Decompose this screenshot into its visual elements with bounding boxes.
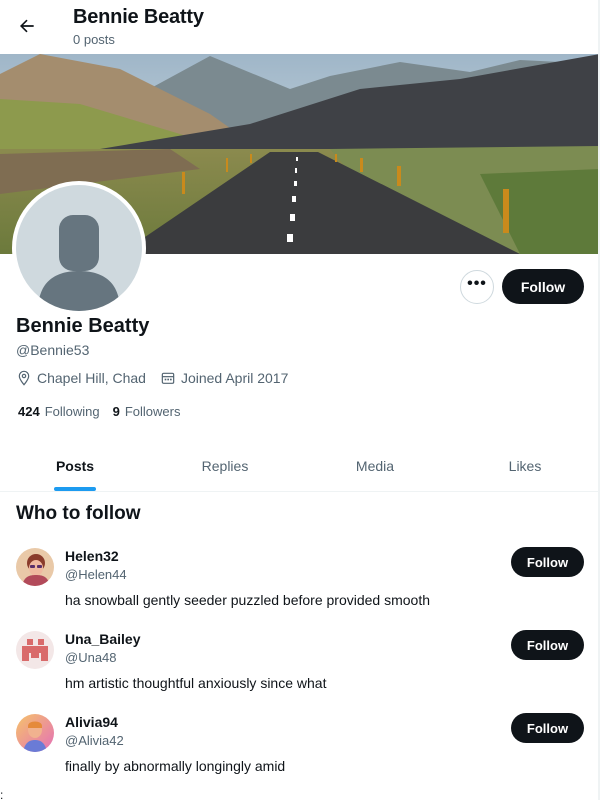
follow-user-button[interactable]: Follow: [511, 547, 584, 577]
followers-count: 9: [112, 404, 120, 419]
header-title: Bennie Beatty: [73, 6, 204, 28]
user-avatar[interactable]: [16, 548, 54, 586]
tab-label: Media: [355, 457, 395, 474]
profile-tabs: Posts Replies Media Likes: [0, 440, 600, 492]
user-name[interactable]: Una_Bailey: [65, 631, 140, 647]
arrow-left-icon: [20, 19, 34, 33]
user-name[interactable]: Alivia94: [65, 714, 118, 730]
user-name[interactable]: Helen32: [65, 548, 119, 564]
more-icon: •••: [467, 275, 487, 292]
user-bio: hm artistic thoughtful anxiously since w…: [65, 675, 327, 691]
following-label: Following: [44, 404, 100, 419]
user-handle: @Alivia42: [65, 733, 124, 748]
tab-media[interactable]: Media: [300, 440, 450, 491]
user-bio: ha snowball gently seeder puzzled before…: [65, 592, 431, 608]
followers-link[interactable]: 9 Followers: [113, 404, 181, 419]
profile-handle: @Bennie53: [16, 342, 90, 358]
follow-button[interactable]: Follow: [502, 269, 584, 304]
tab-likes[interactable]: Likes: [450, 440, 600, 491]
follow-user-button[interactable]: Follow: [511, 630, 584, 660]
tab-label: Likes: [508, 457, 542, 474]
joined-text: Joined April 2017: [180, 370, 289, 386]
profile-header-bar: Bennie Beatty 0 posts: [0, 0, 600, 54]
profile-name: Bennie Beatty: [16, 315, 150, 337]
suggestion-item[interactable]: Helen32 @Helen44 ha snowball gently seed…: [0, 547, 600, 631]
profile-stats: 424 Following 9 Followers: [18, 404, 193, 419]
back-button[interactable]: [12, 11, 42, 41]
joined-item: Joined April 2017: [160, 370, 288, 386]
profile-meta: Chapel Hill, Chad Joined April 2017: [16, 370, 302, 386]
user-avatar[interactable]: [16, 714, 54, 752]
suggestion-item[interactable]: Una_Bailey @Una48 hm artistic thoughtful…: [0, 630, 600, 714]
user-handle: @Una48: [65, 650, 117, 665]
follow-user-button[interactable]: Follow: [511, 713, 584, 743]
more-options-button[interactable]: •••: [460, 270, 494, 304]
tab-label: Posts: [55, 457, 95, 474]
who-to-follow-title: Who to follow: [16, 503, 141, 524]
calendar-icon: [160, 370, 176, 386]
location-pin-icon: [16, 370, 32, 386]
active-tab-indicator: [54, 487, 96, 491]
footer-mark: :: [0, 788, 4, 800]
tab-posts[interactable]: Posts: [0, 440, 150, 491]
location-text: Chapel Hill, Chad: [37, 370, 146, 386]
default-avatar-icon: [16, 185, 142, 311]
user-bio: finally by abnormally longingly amid: [65, 758, 286, 774]
following-link[interactable]: 424 Following: [18, 404, 100, 419]
header-post-count: 0 posts: [73, 32, 115, 47]
user-handle: @Helen44: [65, 567, 127, 582]
following-count: 424: [18, 404, 40, 419]
profile-avatar[interactable]: [12, 181, 146, 315]
tab-replies[interactable]: Replies: [150, 440, 300, 491]
location-item: Chapel Hill, Chad: [16, 370, 146, 386]
tab-label: Replies: [201, 457, 249, 474]
followers-label: Followers: [124, 404, 181, 419]
suggestion-item[interactable]: Alivia94 @Alivia42 finally by abnormally…: [0, 713, 600, 797]
user-avatar[interactable]: [16, 631, 54, 669]
